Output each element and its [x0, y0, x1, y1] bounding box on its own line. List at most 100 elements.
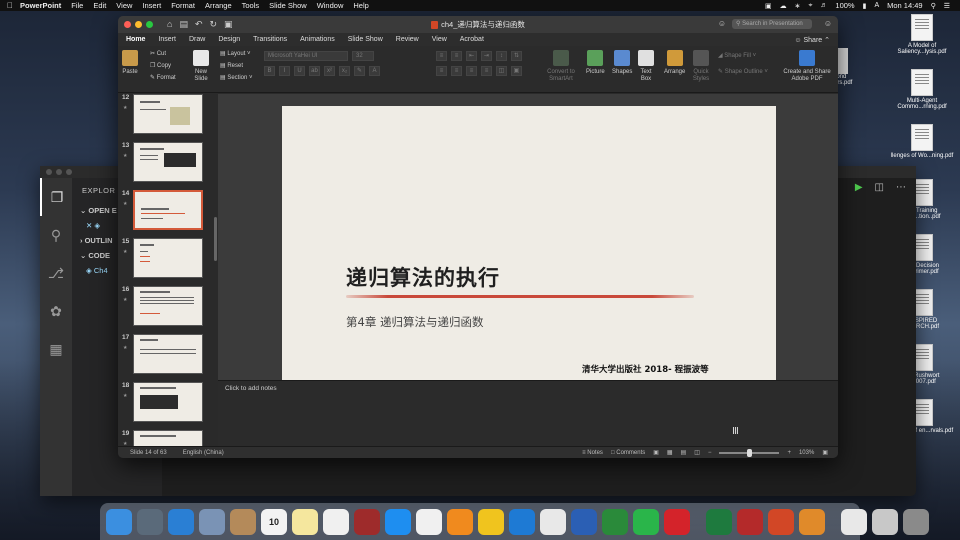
thumbnail-scrollbar[interactable]	[214, 217, 217, 261]
zoom-in-button[interactable]: +	[787, 450, 791, 456]
account-icon[interactable]: ☺	[824, 19, 832, 28]
comments-toggle[interactable]: □ Comments	[611, 450, 645, 456]
present-icon[interactable]: ▣	[224, 19, 233, 30]
zoom-out-button[interactable]: −	[708, 450, 712, 456]
tab-draw[interactable]: Draw	[189, 36, 205, 43]
dock-calendar-icon[interactable]: 10	[261, 508, 287, 535]
split-editor-icon[interactable]: ◫	[875, 182, 884, 193]
explorer-icon[interactable]: ❐	[40, 178, 72, 216]
tab-transitions[interactable]: Transitions	[253, 36, 287, 43]
tab-design[interactable]: Design	[218, 36, 240, 43]
section-button[interactable]: ▤ Section ˅	[220, 74, 253, 81]
dock-preview-icon[interactable]	[199, 508, 225, 535]
slide-thumbnail-16[interactable]: 16 ★	[122, 286, 214, 330]
notes-toggle[interactable]: ≡ Notes	[582, 450, 603, 456]
fit-to-window-icon[interactable]: ▣	[822, 449, 828, 456]
dock-reminders-icon[interactable]	[323, 508, 349, 535]
line-spacing-button[interactable]: ↕	[496, 51, 507, 61]
share-button[interactable]: ☺ Share ⌃	[794, 36, 830, 44]
format-painter-button[interactable]: ✎ Format	[150, 74, 176, 81]
dock-netease-icon[interactable]	[664, 508, 690, 535]
tab-review[interactable]: Review	[396, 36, 419, 43]
dock-music-icon[interactable]	[416, 508, 442, 535]
dock-dictionary-icon[interactable]	[354, 508, 380, 535]
dock-finder-icon[interactable]	[106, 508, 132, 535]
dock-acrobat-icon[interactable]	[737, 508, 763, 535]
zoom-level[interactable]: 103%	[799, 450, 814, 456]
decrease-indent-button[interactable]: ⇤	[466, 51, 477, 61]
menu-file[interactable]: File	[71, 1, 83, 10]
layout-button[interactable]: ▤ Layout ˅	[220, 50, 251, 57]
align-left-button[interactable]: ≡	[436, 66, 447, 76]
input-method-icon[interactable]: A	[874, 2, 879, 9]
zoom-button[interactable]	[146, 21, 153, 28]
reading-view-icon[interactable]: ▤	[681, 449, 687, 456]
reset-button[interactable]: ▤ Reset	[220, 62, 243, 69]
debug-icon[interactable]: ✿	[40, 292, 72, 330]
collaborate-icon[interactable]: ☺	[718, 19, 726, 28]
menu-edit[interactable]: Edit	[93, 1, 106, 10]
align-center-button[interactable]: ≡	[451, 66, 462, 76]
tab-view[interactable]: View	[432, 36, 447, 43]
subscript-button[interactable]: x₂	[339, 66, 350, 76]
slide-publisher[interactable]: 清华大学出版社 2018- 程振波等	[582, 363, 709, 375]
battery-icon[interactable]: ▮	[863, 2, 867, 10]
text-direction-button[interactable]: ⇅	[511, 51, 522, 61]
align-right-button[interactable]: ≡	[466, 66, 477, 76]
dock-books-icon[interactable]	[447, 508, 473, 535]
shape-outline-button[interactable]: ✎ Shape Outline ˅	[718, 68, 768, 75]
menu-format[interactable]: Format	[171, 1, 195, 10]
convert-smartart-button[interactable]: Convert to SmartArt	[546, 50, 576, 83]
close-button[interactable]	[124, 21, 131, 28]
cut-button[interactable]: ✂ Cut	[150, 50, 166, 57]
desktop-file[interactable]: Multi-Agent Commo...rning.pdf	[890, 69, 954, 110]
slide-thumbnail-12[interactable]: 12 ★	[122, 94, 214, 138]
picture-button[interactable]: Picture	[586, 50, 605, 76]
more-icon[interactable]: ⋯	[896, 182, 906, 193]
minimize-button[interactable]	[135, 21, 142, 28]
menu-slide-show[interactable]: Slide Show	[269, 1, 307, 10]
menu-tools[interactable]: Tools	[242, 1, 260, 10]
clock[interactable]: Mon 14:49	[887, 1, 922, 10]
tab-animations[interactable]: Animations	[300, 36, 335, 43]
notes-pane[interactable]: Click to add notes Ⅲ	[218, 380, 838, 446]
dock-stickies-icon[interactable]	[292, 508, 318, 535]
font-size-select[interactable]: 32	[352, 51, 374, 61]
highlight-button[interactable]: ✎	[354, 66, 365, 76]
dock-circle-icon[interactable]	[602, 508, 628, 535]
dock-safari-icon[interactable]	[168, 508, 194, 535]
slide-thumbnail-14[interactable]: 14 ★	[122, 190, 214, 234]
slide-thumbnail-15[interactable]: 15 ★	[122, 238, 214, 282]
source-control-icon[interactable]: ⎇	[40, 254, 72, 292]
slide-thumbnail-19[interactable]: 19 ★	[122, 430, 214, 446]
dock-powerpoint-icon[interactable]	[768, 508, 794, 535]
create-share-pdf-button[interactable]: Create and Share Adobe PDF	[782, 50, 832, 83]
numbering-button[interactable]: ≡	[451, 51, 462, 61]
run-icon[interactable]: ▶	[855, 182, 863, 193]
zoom-slider-thumb[interactable]	[747, 448, 753, 457]
slide-thumbnail-17[interactable]: 17 ★	[122, 334, 214, 378]
notes-placeholder[interactable]: Click to add notes	[225, 385, 277, 392]
menu-window[interactable]: Window	[317, 1, 344, 10]
dock-app-store-icon[interactable]	[385, 508, 411, 535]
search-icon[interactable]: ⚲	[40, 216, 72, 254]
font-color-button[interactable]: A	[369, 66, 380, 76]
superscript-button[interactable]: x²	[324, 66, 335, 76]
slide-thumbnail-18[interactable]: 18 ★	[122, 382, 214, 426]
new-slide-button[interactable]: New Slide	[190, 50, 212, 83]
search-presentation-input[interactable]: ⚲ Search in Presentation	[732, 19, 812, 29]
dock-excel-icon[interactable]	[706, 508, 732, 535]
dock-notes-brown-icon[interactable]	[230, 508, 256, 535]
quick-styles-button[interactable]: Quick Styles	[690, 50, 712, 83]
home-icon[interactable]: ⌂	[167, 19, 172, 30]
slideshow-view-icon[interactable]: ◫	[694, 449, 700, 456]
italic-button[interactable]: I	[279, 66, 290, 76]
paste-button[interactable]: Paste	[122, 50, 138, 76]
dock-launchpad-icon[interactable]	[137, 508, 163, 535]
tab-home[interactable]: Home	[126, 36, 145, 43]
slide-thumbnail-13[interactable]: 13 ★	[122, 142, 214, 186]
vscode-minimize-button[interactable]	[56, 169, 62, 175]
search-icon[interactable]: ⚲	[931, 2, 936, 10]
language-indicator[interactable]: English (China)	[183, 450, 224, 456]
vscode-close-button[interactable]	[46, 169, 52, 175]
